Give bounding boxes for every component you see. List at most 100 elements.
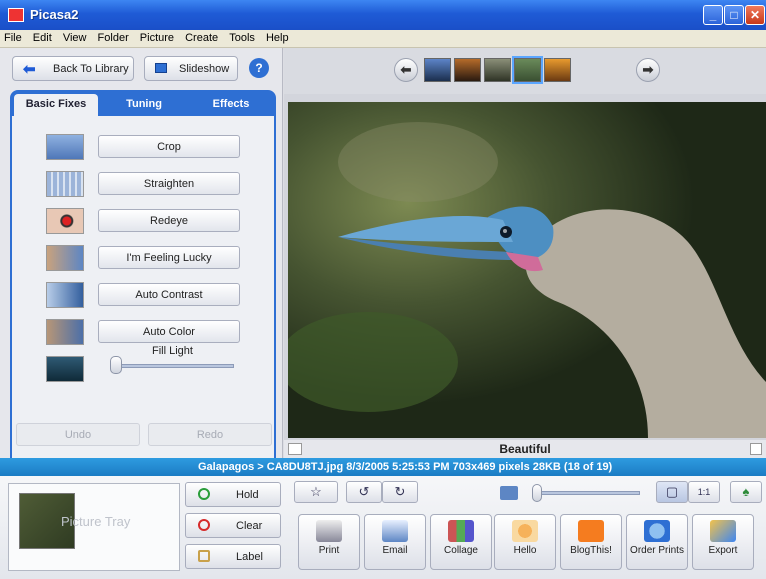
print-button[interactable]: Print xyxy=(298,514,360,570)
fix-row-straighten: Straighten xyxy=(46,171,246,197)
fix-row-redeye: Redeye xyxy=(46,208,246,234)
star-button[interactable]: ☆ xyxy=(294,481,338,503)
label-button[interactable]: Label xyxy=(185,544,281,569)
undo-button[interactable]: Undo xyxy=(16,423,140,446)
booby-bird-photo xyxy=(288,102,766,438)
printer-icon xyxy=(316,520,342,542)
rotate-left-button[interactable]: ↺ xyxy=(346,481,382,503)
picture-tray[interactable]: Picture Tray xyxy=(8,483,180,571)
auto-contrast-button[interactable]: Auto Contrast xyxy=(98,283,240,306)
auto-contrast-icon xyxy=(46,282,84,308)
email-button[interactable]: Email xyxy=(364,514,426,570)
fix-row-auto-contrast: Auto Contrast xyxy=(46,282,246,308)
tab-row: Basic Fixes Tuning Effects xyxy=(10,90,276,116)
menu-help[interactable]: Help xyxy=(262,30,293,46)
filmstrip-thumb[interactable] xyxy=(544,58,571,82)
auto-color-icon xyxy=(46,319,84,345)
main-area: ⬅ Back To Library Slideshow ? Basic Fixe… xyxy=(0,48,766,479)
zoom-slider-handle[interactable] xyxy=(532,484,542,502)
fill-light-label: Fill Light xyxy=(152,345,193,357)
feeling-lucky-button[interactable]: I'm Feeling Lucky xyxy=(98,246,240,269)
main-photo xyxy=(288,102,766,438)
straighten-icon xyxy=(46,171,84,197)
fill-light-icon xyxy=(46,356,84,382)
filmstrip-thumb[interactable] xyxy=(454,58,481,82)
caption-bar: Beautiful xyxy=(284,440,766,458)
menu-bar: File Edit View Folder Picture Create Too… xyxy=(0,30,766,48)
window-title: Picasa2 xyxy=(30,7,79,22)
basic-fixes-panel: Crop Straighten Redeye I'm Feeling Lucky… xyxy=(10,116,276,479)
back-arrow-icon: ⬅ xyxy=(23,61,36,78)
previous-photo-button[interactable]: ⬅ xyxy=(394,58,418,82)
order-prints-icon xyxy=(644,520,670,542)
blogger-icon xyxy=(578,520,604,542)
redo-button[interactable]: Redo xyxy=(148,423,272,446)
filmstrip-thumb[interactable] xyxy=(424,58,451,82)
caption-info-icon[interactable] xyxy=(750,443,762,455)
menu-view[interactable]: View xyxy=(59,30,91,46)
filmstrip: ⬅ ➡ xyxy=(284,48,766,94)
order-prints-button[interactable]: Order Prints xyxy=(626,514,688,570)
bottom-panel: Picture Tray Hold Clear Label ☆ ↺ ↻ ▢ 1:… xyxy=(0,476,766,579)
fill-light-slider-track[interactable] xyxy=(114,364,234,368)
fix-row-feeling-lucky: I'm Feeling Lucky xyxy=(46,245,246,271)
fix-row-crop: Crop xyxy=(46,134,246,160)
zoom-slider-track[interactable] xyxy=(538,491,640,495)
photo-viewer: ⬅ ➡ Beautiful xyxy=(284,48,766,458)
help-button[interactable]: ? xyxy=(249,58,269,78)
hold-button[interactable]: Hold xyxy=(185,482,281,507)
filmstrip-thumb[interactable] xyxy=(484,58,511,82)
actual-size-button[interactable]: 1:1 xyxy=(688,481,720,503)
photo-caption[interactable]: Beautiful xyxy=(284,442,766,456)
menu-folder[interactable]: Folder xyxy=(94,30,133,46)
straighten-button[interactable]: Straighten xyxy=(98,172,240,195)
edit-tabs: Basic Fixes Tuning Effects Crop Straight… xyxy=(10,90,276,479)
edit-panel: ⬅ Back To Library Slideshow ? Basic Fixe… xyxy=(0,48,283,479)
hello-icon xyxy=(512,520,538,542)
email-icon xyxy=(382,520,408,542)
back-to-library-button[interactable]: ⬅ Back To Library xyxy=(12,56,134,81)
menu-edit[interactable]: Edit xyxy=(29,30,56,46)
auto-color-button[interactable]: Auto Color xyxy=(98,320,240,343)
minimize-button[interactable]: _ xyxy=(703,5,723,25)
filmstrip-thumb-selected[interactable] xyxy=(512,56,543,84)
clear-button[interactable]: Clear xyxy=(185,513,281,538)
feeling-lucky-icon xyxy=(46,245,84,271)
color-effects-button[interactable]: ♠ xyxy=(730,481,762,503)
fill-light-slider-handle[interactable] xyxy=(110,356,122,374)
crop-icon xyxy=(46,134,84,160)
menu-create[interactable]: Create xyxy=(181,30,222,46)
collage-button[interactable]: Collage xyxy=(430,514,492,570)
clear-icon xyxy=(198,519,210,531)
hold-icon xyxy=(198,488,210,500)
fit-view-button[interactable]: ▢ xyxy=(656,481,688,503)
maximize-button[interactable]: □ xyxy=(724,5,744,25)
hello-button[interactable]: Hello xyxy=(494,514,556,570)
next-photo-button[interactable]: ➡ xyxy=(636,58,660,82)
collage-icon xyxy=(448,520,474,542)
photo-info-text: Galapagos > CA8DU8TJ.jpg 8/3/2005 5:25:5… xyxy=(198,461,613,473)
tab-basic-fixes[interactable]: Basic Fixes xyxy=(14,94,98,116)
tab-effects[interactable]: Effects xyxy=(190,94,272,116)
title-bar: Picasa2 _ □ ✕ xyxy=(0,0,766,30)
rotate-right-button[interactable]: ↻ xyxy=(382,481,418,503)
slideshow-icon xyxy=(155,63,167,73)
menu-file[interactable]: File xyxy=(0,30,26,46)
menu-picture[interactable]: Picture xyxy=(136,30,178,46)
menu-tools[interactable]: Tools xyxy=(225,30,259,46)
label-icon xyxy=(198,550,210,562)
picasa-app-icon xyxy=(8,8,24,22)
redeye-button[interactable]: Redeye xyxy=(98,209,240,232)
fix-row-auto-color: Auto Color xyxy=(46,319,246,345)
zoom-icon xyxy=(500,486,518,500)
tab-tuning[interactable]: Tuning xyxy=(102,94,186,116)
redeye-icon xyxy=(46,208,84,234)
slideshow-button[interactable]: Slideshow xyxy=(144,56,238,81)
blogthis-button[interactable]: BlogThis! xyxy=(560,514,622,570)
export-button[interactable]: Export xyxy=(692,514,754,570)
export-icon xyxy=(710,520,736,542)
status-bar: Galapagos > CA8DU8TJ.jpg 8/3/2005 5:25:5… xyxy=(0,458,766,476)
close-button[interactable]: ✕ xyxy=(745,5,765,25)
crop-button[interactable]: Crop xyxy=(98,135,240,158)
picture-tray-label: Picture Tray xyxy=(61,514,131,529)
